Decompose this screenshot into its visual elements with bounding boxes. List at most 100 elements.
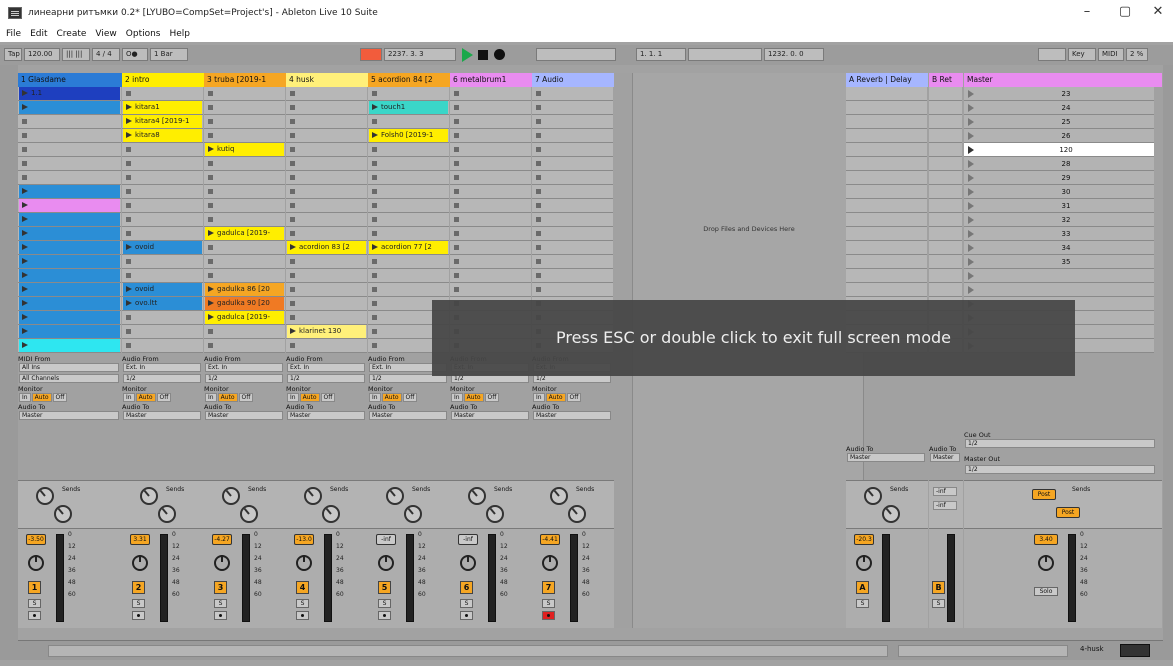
send-a-knob[interactable] — [468, 487, 486, 505]
pan-knob[interactable] — [378, 555, 394, 571]
audio-to-select[interactable]: Master — [369, 411, 447, 420]
stop-button-icon[interactable] — [536, 91, 541, 96]
audio-to-select[interactable]: Master — [19, 411, 119, 420]
clip-slot[interactable] — [286, 199, 367, 213]
return-a-activator[interactable]: A — [856, 581, 869, 594]
return-b-header[interactable]: B Ret — [929, 73, 963, 87]
stop-button-icon[interactable] — [536, 133, 541, 138]
clip-slot[interactable] — [204, 325, 285, 339]
monitor-off[interactable]: Off — [566, 393, 582, 402]
scene-launch[interactable]: 30 — [964, 185, 1154, 199]
stop-button-icon[interactable] — [454, 273, 459, 278]
arm-button[interactable] — [378, 611, 391, 620]
stop-button-icon[interactable] — [22, 161, 27, 166]
stop-button-icon[interactable] — [208, 217, 213, 222]
quantize-dropdown[interactable]: 1 Bar — [150, 48, 188, 61]
stop-button-icon[interactable] — [208, 91, 213, 96]
clip-slot[interactable] — [368, 171, 449, 185]
clip-slot[interactable] — [532, 199, 613, 213]
monitor-in[interactable]: In — [19, 393, 31, 402]
stop-button-icon[interactable] — [22, 119, 27, 124]
stop-button-icon[interactable] — [536, 259, 541, 264]
clip-slot[interactable] — [450, 269, 531, 283]
input-select[interactable]: Ext. In — [205, 363, 283, 372]
monitor-auto[interactable]: Auto — [299, 393, 320, 402]
clip-slot[interactable] — [450, 143, 531, 157]
stop-button-icon[interactable] — [454, 217, 459, 222]
stop-button-icon[interactable] — [126, 329, 131, 334]
stop-button-icon[interactable] — [208, 133, 213, 138]
clip-slot[interactable] — [532, 269, 613, 283]
clip[interactable]: 1.1 — [19, 87, 120, 100]
clip-slot[interactable] — [368, 87, 449, 101]
scene-launch[interactable]: 25 — [964, 115, 1154, 129]
clip-slot[interactable] — [532, 101, 613, 115]
stop-button-icon[interactable] — [208, 175, 213, 180]
solo-button[interactable]: S — [296, 599, 309, 608]
monitor-auto[interactable]: Auto — [463, 393, 484, 402]
stop-button-icon[interactable] — [454, 147, 459, 152]
clip[interactable]: klarinet 130 — [287, 325, 366, 338]
stop-button-icon[interactable] — [22, 175, 27, 180]
nudge-buttons[interactable]: ||| ||| — [62, 48, 90, 61]
monitor-auto[interactable]: Auto — [545, 393, 566, 402]
draw-mode-buttons[interactable] — [688, 48, 762, 61]
loop-length[interactable]: 1232. 0. 0 — [764, 48, 824, 61]
clip-slot[interactable] — [450, 101, 531, 115]
scene-launch[interactable]: 33 — [964, 227, 1154, 241]
clip-slot[interactable] — [122, 143, 203, 157]
monitor-off[interactable]: Off — [52, 393, 68, 402]
horizontal-scrollbar[interactable] — [898, 645, 1068, 657]
clip[interactable]: gadulka 90 [20 — [205, 297, 284, 310]
clip[interactable] — [19, 269, 120, 282]
clip[interactable] — [19, 199, 120, 212]
pan-knob[interactable] — [296, 555, 312, 571]
scene-launch[interactable]: 26 — [964, 129, 1154, 143]
send-b-knob[interactable] — [158, 505, 176, 523]
stop-button-icon[interactable] — [372, 301, 377, 306]
stop-button-icon[interactable] — [372, 175, 377, 180]
clip-slot[interactable] — [532, 255, 613, 269]
clip-slot[interactable] — [286, 297, 367, 311]
clip-slot[interactable] — [532, 129, 613, 143]
clip-slot[interactable] — [450, 171, 531, 185]
clip-slot[interactable] — [204, 213, 285, 227]
return-a-volume[interactable]: -20.3 — [854, 534, 874, 545]
clip-slot[interactable] — [532, 157, 613, 171]
clip-slot[interactable] — [532, 171, 613, 185]
clip[interactable]: acordion 83 [2 — [287, 241, 366, 254]
stop-button-icon[interactable] — [290, 161, 295, 166]
midi-map-button[interactable]: MIDI — [1098, 48, 1124, 61]
stop-button-icon[interactable] — [290, 203, 295, 208]
track-activator[interactable]: 4 — [296, 581, 309, 594]
solo-button[interactable]: S — [28, 599, 41, 608]
volume-field[interactable]: -3.50 — [26, 534, 46, 545]
return-b-send-b[interactable]: -inf — [933, 501, 957, 510]
volume-field[interactable]: -13.0 — [294, 534, 314, 545]
monitor-in[interactable]: In — [123, 393, 135, 402]
stop-button-icon[interactable] — [536, 231, 541, 236]
send-b-knob[interactable] — [568, 505, 586, 523]
stop-button-icon[interactable] — [208, 105, 213, 110]
clip-slot[interactable] — [122, 325, 203, 339]
pan-knob[interactable] — [28, 555, 44, 571]
stop-button-icon[interactable] — [372, 217, 377, 222]
clip-slot[interactable] — [368, 199, 449, 213]
stop-button-icon[interactable] — [454, 119, 459, 124]
volume-field[interactable]: -inf — [458, 534, 478, 545]
clip[interactable]: ovoid — [123, 283, 202, 296]
stop-button-icon[interactable] — [290, 189, 295, 194]
scene-launch[interactable] — [964, 269, 1154, 283]
clip-slot[interactable] — [368, 227, 449, 241]
clip-slot[interactable] — [532, 87, 613, 101]
scene-launch[interactable] — [964, 283, 1154, 297]
cue-out-select[interactable]: 1/2 — [965, 439, 1155, 448]
clip-slot[interactable] — [286, 269, 367, 283]
stop-button-icon[interactable] — [454, 245, 459, 250]
clip-slot[interactable] — [532, 115, 613, 129]
return-a-audio-to[interactable]: Master — [847, 453, 925, 462]
clip-slot[interactable] — [204, 255, 285, 269]
stop-button-icon[interactable] — [290, 231, 295, 236]
clip-slot[interactable] — [204, 115, 285, 129]
send-b-knob[interactable] — [322, 505, 340, 523]
